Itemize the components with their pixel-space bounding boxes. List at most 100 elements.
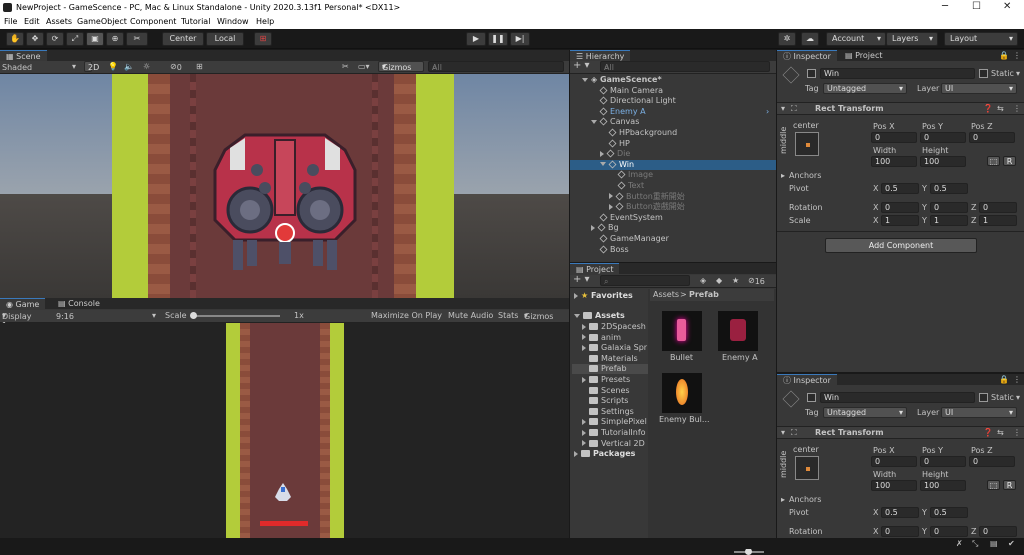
hierarchy-row[interactable]: HP — [570, 139, 776, 149]
mute-audio-toggle[interactable]: Mute Audio — [448, 311, 493, 320]
expand-icon[interactable] — [582, 334, 586, 341]
add-component-button[interactable]: Add Component — [825, 238, 977, 253]
transform-tool-icon[interactable]: ⊕ — [106, 32, 124, 46]
collapse-icon[interactable]: ▾ — [781, 104, 785, 113]
menu-gameobject[interactable]: GameObject — [77, 17, 127, 26]
expand-icon[interactable]: ▸ — [781, 171, 785, 180]
asset-thumb-enemy-a[interactable] — [718, 311, 758, 351]
hidden-packages-icon[interactable]: ⊘ 16 — [748, 276, 765, 286]
pivot-field[interactable]: 0.5 — [930, 183, 968, 194]
collapse-icon[interactable] — [591, 119, 597, 124]
blueprint-mode-button[interactable]: ⬚ — [987, 480, 1000, 490]
tools-icon[interactable]: ✂ — [342, 62, 349, 71]
hierarchy-row[interactable]: GameManager — [570, 234, 776, 244]
hierarchy-row[interactable]: ◈ GameScence* — [570, 75, 776, 85]
lock-icon[interactable]: 🔒 — [999, 51, 1009, 60]
folder-item[interactable]: Scenes — [582, 386, 648, 396]
close-icon[interactable]: ✕ — [1003, 1, 1011, 12]
scale-slider-handle[interactable] — [190, 312, 197, 319]
more-options-icon[interactable]: ⋮ — [1013, 51, 1021, 60]
audio-icon[interactable]: 🔈 — [124, 62, 134, 71]
help-icon[interactable]: ❓ — [983, 104, 993, 113]
more-options-icon[interactable]: ⋮ — [1013, 428, 1021, 437]
collab-icon[interactable]: ✲ — [778, 32, 796, 46]
chevron-down-icon[interactable]: ▾ — [1016, 393, 1020, 402]
pos-field[interactable]: 0 — [920, 456, 966, 467]
hierarchy-row[interactable]: Text — [570, 181, 776, 191]
expand-icon[interactable] — [600, 150, 604, 157]
hand-tool-icon[interactable]: ✋ — [6, 32, 24, 46]
size-field[interactable]: 100 — [920, 156, 966, 167]
folder-item[interactable]: Galaxia Spr — [582, 343, 648, 353]
rotation-field[interactable]: 0 — [930, 202, 968, 213]
layer-dropdown[interactable]: UI ▾ — [941, 407, 1017, 418]
tab-inspector[interactable]: ⓘ Inspector — [777, 50, 837, 61]
play-button[interactable]: ▶ — [466, 32, 486, 46]
custom-tool-icon[interactable]: ✂ — [126, 32, 148, 46]
minimize-icon[interactable]: ─ — [942, 1, 948, 12]
menu-component[interactable]: Component — [130, 17, 176, 26]
tab-console[interactable]: ▤ Console — [52, 298, 106, 309]
layers-dropdown[interactable]: Layers ▾ — [886, 32, 938, 46]
anchor-preset-button[interactable] — [795, 132, 819, 156]
help-icon[interactable]: ❓ — [983, 428, 993, 437]
folder-item[interactable]: Materials — [582, 354, 648, 364]
hierarchy-search-input[interactable]: ⌕ All — [600, 61, 770, 72]
menu-help[interactable]: Help — [256, 17, 274, 26]
rect-tool-icon[interactable]: ▣ — [86, 32, 104, 46]
hierarchy-row[interactable]: Main Camera — [570, 86, 776, 96]
filter-label-icon[interactable]: ◆ — [716, 276, 722, 285]
expand-icon[interactable] — [582, 376, 586, 383]
tab-scene[interactable]: ▦ Scene — [0, 50, 47, 61]
expand-icon[interactable] — [609, 193, 613, 200]
static-checkbox[interactable] — [979, 393, 988, 402]
folder-item[interactable]: Presets — [582, 375, 648, 385]
debug-icon[interactable]: ✗ — [956, 539, 963, 549]
scale-tool-icon[interactable]: ⤢ — [66, 32, 84, 46]
tag-dropdown[interactable]: Untagged ▾ — [823, 407, 907, 418]
light-icon[interactable]: 💡 — [108, 62, 118, 71]
scene-viewport[interactable] — [0, 74, 569, 298]
step-button[interactable]: ▶| — [510, 32, 530, 46]
hidden-objects-icon[interactable]: ⊘ 0 — [170, 62, 182, 72]
game-viewport[interactable] — [0, 323, 569, 549]
hierarchy-row[interactable]: EventSystem — [570, 213, 776, 223]
favorites-item[interactable]: ★ Favorites — [574, 291, 633, 301]
static-checkbox[interactable] — [979, 69, 988, 78]
add-object-button[interactable]: + ▾ — [573, 60, 590, 71]
layer-dropdown[interactable]: UI ▾ — [941, 83, 1017, 94]
raw-edit-mode-button[interactable]: R — [1003, 156, 1016, 166]
pivot-field[interactable]: 0.5 — [881, 507, 919, 518]
rotation-field[interactable]: 0 — [881, 526, 919, 537]
assets-root-item[interactable]: Assets — [574, 311, 625, 321]
expand-icon[interactable] — [591, 224, 595, 231]
folder-item[interactable]: Scripts — [582, 396, 648, 406]
pause-button[interactable]: ❚❚ — [488, 32, 508, 46]
layout-dropdown[interactable]: Layout ▾ — [944, 32, 1018, 46]
pos-field[interactable]: 0 — [871, 456, 917, 467]
expand-icon[interactable] — [609, 203, 613, 210]
gizmos-dropdown[interactable]: Gizmos ▾ — [378, 61, 424, 72]
scale-field[interactable]: 1 — [881, 215, 919, 226]
star-icon[interactable]: ★ — [732, 276, 739, 285]
pos-field[interactable]: 0 — [969, 456, 1015, 467]
cloud-icon[interactable]: ☁ — [801, 32, 819, 46]
grid-icon[interactable]: ⊞ — [196, 62, 203, 71]
pivot-field[interactable]: 0.5 — [881, 183, 919, 194]
hierarchy-row[interactable]: Bg — [570, 223, 776, 233]
create-asset-button[interactable]: + ▾ — [573, 274, 590, 285]
menu-assets[interactable]: Assets — [46, 17, 72, 26]
expand-icon[interactable]: ▸ — [781, 495, 785, 504]
active-checkbox[interactable] — [807, 69, 816, 78]
pos-field[interactable]: 0 — [871, 132, 917, 143]
object-name-input[interactable]: Win — [820, 68, 975, 79]
hierarchy-row[interactable]: Enemy A › — [570, 107, 776, 117]
2d-toggle[interactable]: 2D — [84, 61, 99, 72]
expand-icon[interactable] — [582, 440, 586, 447]
folder-item[interactable]: TutorialInfo — [582, 428, 648, 438]
rotate-tool-icon[interactable]: ⟳ — [46, 32, 64, 46]
hierarchy-row[interactable]: Boss — [570, 245, 776, 255]
scale-field[interactable]: 1 — [930, 215, 968, 226]
maximize-icon[interactable]: ☐ — [972, 1, 981, 12]
chevron-down-icon[interactable]: ▾ — [1016, 69, 1020, 78]
